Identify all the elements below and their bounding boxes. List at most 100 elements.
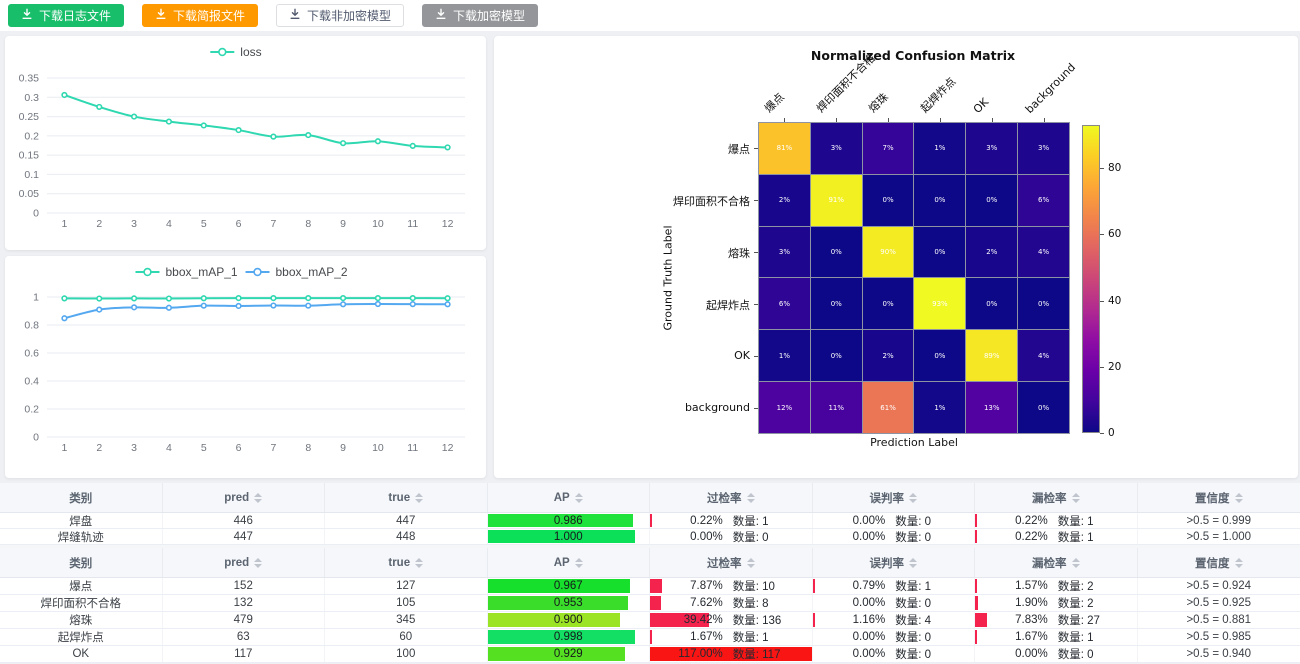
- ap-cell: 1.000: [488, 529, 651, 544]
- data-point: [306, 296, 311, 301]
- column-header-漏检率[interactable]: 漏检率: [975, 483, 1138, 512]
- colorbar-tick-label: 20: [1108, 361, 1121, 373]
- matrix-cell: 81%: [759, 123, 810, 174]
- rate-cell: 1.90%数量: 2: [975, 595, 1138, 611]
- data-point: [236, 128, 241, 133]
- legend-item-loss[interactable]: loss: [210, 45, 261, 59]
- download-report-button[interactable]: 下载简报文件: [142, 4, 258, 27]
- rate-bar: [650, 579, 662, 593]
- rate-cell: 0.22%数量: 1: [975, 513, 1138, 528]
- confidence-cell: >0.5 = 1.000: [1138, 529, 1300, 544]
- rate-count: 数量: 1: [1058, 513, 1118, 528]
- pred-cell: 132: [163, 595, 326, 611]
- matrix-cell: 0%: [1018, 382, 1069, 433]
- column-header-true[interactable]: true: [325, 548, 488, 577]
- data-point: [132, 296, 137, 301]
- rate-percent: 0.00%: [831, 631, 885, 643]
- data-point: [236, 304, 241, 309]
- column-header-label: AP: [554, 492, 570, 504]
- column-header-true[interactable]: true: [325, 483, 488, 512]
- confidence-cell: >0.5 = 0.925: [1138, 595, 1300, 611]
- colorbar-tick: [1100, 301, 1104, 302]
- x-tick-label: 9: [340, 442, 346, 454]
- table-row: 爆点1521270.9677.87%数量: 100.79%数量: 11.57%数…: [0, 578, 1300, 595]
- sort-carets-icon[interactable]: [1072, 558, 1080, 568]
- confidence-cell: >0.5 = 0.924: [1138, 578, 1300, 594]
- matrix-cell: 4%: [1018, 330, 1069, 381]
- x-tick-label: 1: [61, 218, 67, 230]
- matrix-cell: 3%: [966, 123, 1017, 174]
- rate-cell: 0.22%数量: 1: [650, 513, 813, 528]
- colorbar-tick-label: 40: [1108, 295, 1121, 307]
- data-point: [341, 141, 346, 146]
- table-row: 焊缝轨迹4474481.0000.00%数量: 00.00%数量: 00.22%…: [0, 529, 1300, 545]
- download-plain-model-button[interactable]: 下载非加密模型: [276, 4, 404, 27]
- sort-carets-icon[interactable]: [575, 558, 583, 568]
- legend-item-bbox_mAP_1[interactable]: bbox_mAP_1: [136, 265, 238, 279]
- column-header-误判率[interactable]: 误判率: [813, 483, 976, 512]
- x-tick-label: 8: [305, 442, 311, 454]
- category-cell: 起焊炸点: [0, 629, 163, 645]
- category-cell: 焊印面积不合格: [0, 595, 163, 611]
- matrix-tick: [754, 356, 758, 357]
- download-log-button[interactable]: 下载日志文件: [8, 4, 124, 27]
- matrix-cell: 1%: [759, 330, 810, 381]
- column-header-类别: 类别: [0, 548, 163, 577]
- download-encrypted-model-button[interactable]: 下载加密模型: [422, 4, 538, 27]
- download-icon: [21, 8, 33, 23]
- ap-value: 0.967: [554, 580, 583, 592]
- sort-carets-icon[interactable]: [909, 493, 917, 503]
- x-tick-label: 7: [270, 218, 276, 230]
- column-header-label: 过检率: [707, 490, 742, 506]
- sort-carets-icon[interactable]: [747, 493, 755, 503]
- column-header-AP[interactable]: AP: [488, 483, 651, 512]
- data-point: [376, 139, 381, 144]
- column-header-误判率[interactable]: 误判率: [813, 548, 976, 577]
- column-header-pred[interactable]: pred: [163, 483, 326, 512]
- sort-carets-icon[interactable]: [1235, 558, 1243, 568]
- rate-cell: 7.87%数量: 10: [650, 578, 813, 594]
- data-point: [201, 123, 206, 128]
- data-point: [306, 303, 311, 308]
- confidence-cell: >0.5 = 0.881: [1138, 612, 1300, 628]
- y-tick-label: 1: [33, 292, 39, 304]
- rate-percent: 0.79%: [831, 580, 885, 592]
- table-row: OK1171000.929117.00%数量: 1170.00%数量: 00.0…: [0, 646, 1300, 663]
- rate-cell: 0.00%数量: 0: [975, 646, 1138, 662]
- column-header-AP[interactable]: AP: [488, 548, 651, 577]
- table-row: 焊盘4464470.9860.22%数量: 10.00%数量: 00.22%数量…: [0, 513, 1300, 529]
- rate-cell: 7.62%数量: 8: [650, 595, 813, 611]
- sort-carets-icon[interactable]: [254, 493, 262, 503]
- true-cell: 448: [325, 529, 488, 544]
- matrix-xlabel: Prediction Label: [758, 436, 1070, 449]
- rate-count: 数量: 10: [733, 578, 793, 594]
- button-label: 下载日志文件: [39, 7, 111, 24]
- column-header-过检率[interactable]: 过检率: [650, 483, 813, 512]
- rate-bar: [975, 596, 978, 610]
- column-header-pred[interactable]: pred: [163, 548, 326, 577]
- rate-percent: 1.67%: [994, 631, 1048, 643]
- legend-item-bbox_mAP_2[interactable]: bbox_mAP_2: [246, 265, 348, 279]
- column-header-置信度[interactable]: 置信度: [1138, 548, 1300, 577]
- sort-carets-icon[interactable]: [575, 493, 583, 503]
- column-header-漏检率[interactable]: 漏检率: [975, 548, 1138, 577]
- column-header-label: true: [388, 557, 410, 569]
- true-cell: 60: [325, 629, 488, 645]
- sort-carets-icon[interactable]: [747, 558, 755, 568]
- true-cell: 100: [325, 646, 488, 662]
- matrix-col-label: 爆点: [761, 89, 788, 116]
- rate-bar: [975, 630, 977, 644]
- column-header-过检率[interactable]: 过检率: [650, 548, 813, 577]
- sort-carets-icon[interactable]: [1072, 493, 1080, 503]
- rate-percent: 0.00%: [669, 531, 723, 543]
- rate-count: 数量: 1: [733, 629, 793, 645]
- column-header-置信度[interactable]: 置信度: [1138, 483, 1300, 512]
- colorbar-tick: [1100, 433, 1104, 434]
- y-tick-label: 0.4: [24, 376, 39, 388]
- column-header-label: 类别: [69, 490, 92, 506]
- sort-carets-icon[interactable]: [254, 558, 262, 568]
- sort-carets-icon[interactable]: [1235, 493, 1243, 503]
- sort-carets-icon[interactable]: [415, 558, 423, 568]
- sort-carets-icon[interactable]: [415, 493, 423, 503]
- sort-carets-icon[interactable]: [909, 558, 917, 568]
